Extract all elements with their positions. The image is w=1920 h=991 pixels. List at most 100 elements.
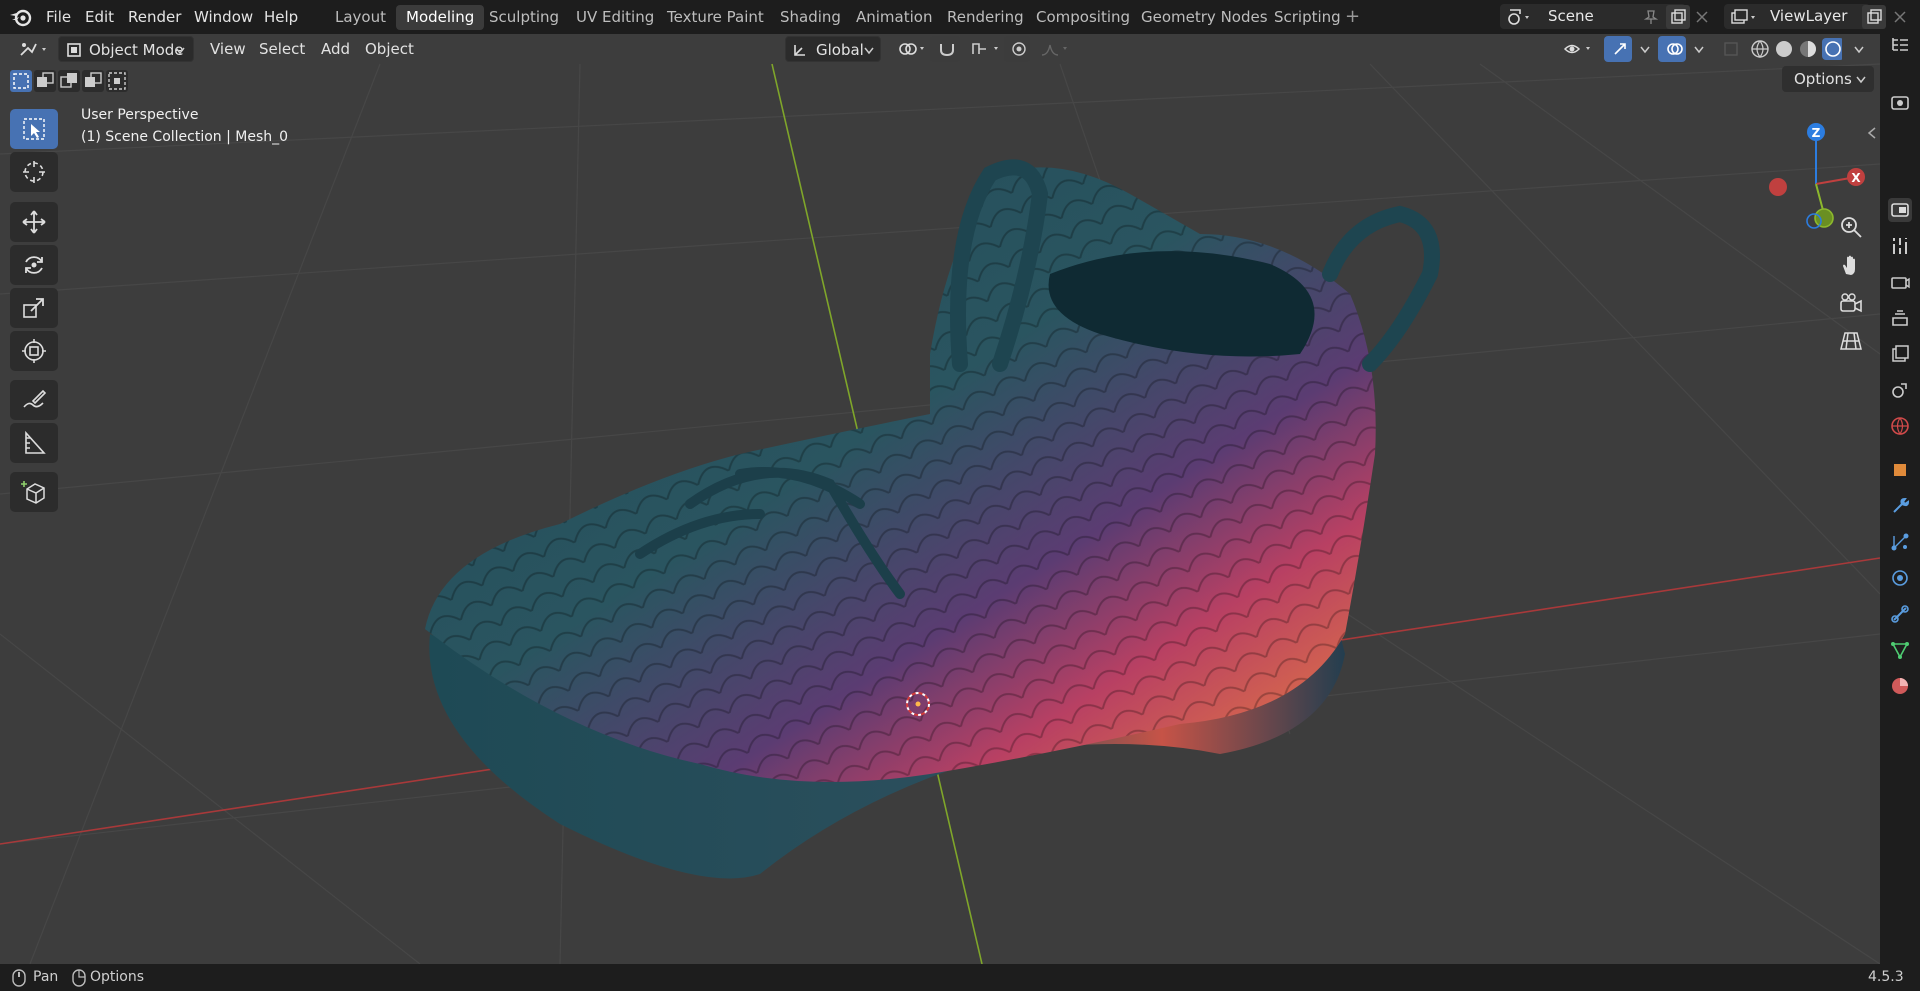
add-cube-tool-icon[interactable]: [10, 472, 58, 512]
view-layer-icon: [1731, 9, 1755, 24]
object-properties-icon[interactable]: [1888, 458, 1912, 482]
tool-properties-icon[interactable]: [1888, 234, 1912, 258]
tab-shading[interactable]: Shading: [770, 5, 851, 30]
chevron-down-icon: [1856, 76, 1866, 84]
overlays-toggle-icon[interactable]: [1658, 36, 1686, 62]
tab-texture-paint[interactable]: Texture Paint: [657, 5, 774, 30]
chevron-down-icon[interactable]: [1686, 36, 1706, 62]
physics-properties-icon[interactable]: [1888, 566, 1912, 590]
add-workspace-icon[interactable]: +: [1345, 6, 1360, 27]
move-tool-icon[interactable]: [10, 202, 58, 242]
3d-viewport[interactable]: Object Mode View Select Add Object Globa…: [0, 34, 1880, 964]
shading-modes-icon[interactable]: [1742, 36, 1844, 62]
modifier-properties-icon[interactable]: [1888, 494, 1912, 518]
properties-tab-strip: [1880, 34, 1920, 964]
rotate-tool-icon[interactable]: [10, 245, 58, 285]
tab-uv-editing[interactable]: UV Editing: [566, 5, 664, 30]
select-intersect-icon[interactable]: [106, 70, 128, 92]
delete-view-layer-icon[interactable]: [1890, 5, 1910, 29]
transform-orientation-dropdown[interactable]: Global: [785, 36, 881, 62]
object-mode-icon: [67, 43, 81, 57]
view-layer-selector[interactable]: ViewLayer: [1724, 4, 1870, 29]
camera-view-icon[interactable]: [1834, 286, 1868, 320]
xray-toggle-icon[interactable]: [1716, 36, 1738, 62]
constraints-properties-icon[interactable]: [1888, 602, 1912, 626]
scale-tool-icon[interactable]: [10, 288, 58, 328]
mode-dropdown[interactable]: Object Mode: [58, 36, 194, 62]
collection-info-label: (1) Scene Collection | Mesh_0: [81, 129, 289, 145]
chevron-down-icon: [864, 47, 874, 55]
menu-render[interactable]: Render: [121, 5, 188, 29]
new-scene-icon[interactable]: [1666, 5, 1690, 29]
scene-selector[interactable]: Scene: [1500, 4, 1686, 29]
status-options: Options: [90, 969, 145, 985]
tab-modeling[interactable]: Modeling: [396, 5, 485, 30]
top-bar: File Edit Render Window Help Layout Mode…: [0, 0, 1920, 34]
chevron-down-icon[interactable]: [1846, 36, 1866, 62]
menu-help[interactable]: Help: [257, 5, 305, 29]
data-properties-icon[interactable]: [1888, 638, 1912, 662]
zoom-icon[interactable]: [1834, 210, 1868, 244]
viewport-options-dropdown[interactable]: Options: [1782, 66, 1874, 92]
view-layer-properties-icon[interactable]: [1888, 342, 1912, 366]
menu-view[interactable]: View: [202, 36, 254, 62]
render-camera-icon[interactable]: [1888, 90, 1912, 114]
orientation-icon: [794, 45, 805, 56]
select-invert-icon[interactable]: [82, 70, 104, 92]
select-new-icon[interactable]: [10, 70, 32, 92]
menu-object[interactable]: Object: [357, 36, 422, 62]
visibility-icon[interactable]: [1555, 36, 1595, 62]
annotate-tool-icon[interactable]: [10, 380, 58, 420]
z-axis-label: Z: [1812, 126, 1821, 140]
shoe-mesh[interactable]: [425, 159, 1440, 879]
world-properties-icon[interactable]: [1888, 414, 1912, 438]
tab-animation[interactable]: Animation: [846, 5, 942, 30]
tab-sculpting[interactable]: Sculpting: [479, 5, 569, 30]
blender-logo-icon[interactable]: [8, 6, 36, 28]
material-properties-icon[interactable]: [1888, 674, 1912, 698]
status-pan: Pan: [33, 969, 59, 985]
outliner-icon[interactable]: [1888, 32, 1912, 56]
menu-add[interactable]: Add: [313, 36, 358, 62]
measure-tool-icon[interactable]: [10, 423, 58, 463]
select-extend-icon[interactable]: [34, 70, 56, 92]
menu-select[interactable]: Select: [251, 36, 313, 62]
tab-layout[interactable]: Layout: [325, 5, 396, 30]
transform-tool-icon[interactable]: [10, 331, 58, 371]
select-box-tool-icon[interactable]: [10, 109, 58, 149]
new-view-layer-icon[interactable]: [1862, 5, 1886, 29]
tool-settings-icon[interactable]: [1888, 198, 1912, 222]
status-bar: Pan Options 4.5.3: [0, 964, 1920, 991]
pivot-point-icon[interactable]: [890, 36, 930, 62]
editor-type-icon[interactable]: [10, 36, 50, 62]
menu-file[interactable]: File: [39, 5, 78, 29]
render-properties-icon[interactable]: [1888, 270, 1912, 294]
menu-edit[interactable]: Edit: [78, 5, 121, 29]
pan-hand-icon[interactable]: [1834, 248, 1868, 282]
neg-x-axis-icon[interactable]: [1769, 178, 1787, 196]
tab-scripting[interactable]: Scripting: [1264, 5, 1351, 30]
y-axis-icon[interactable]: [1814, 208, 1834, 228]
scene-icon: [1508, 9, 1529, 25]
falloff-icon[interactable]: [1032, 36, 1070, 62]
gizmo-toggle-icon[interactable]: [1604, 36, 1632, 62]
cursor-tool-icon[interactable]: [10, 152, 58, 192]
tab-rendering[interactable]: Rendering: [937, 5, 1034, 30]
select-subtract-icon[interactable]: [58, 70, 80, 92]
scene-properties-icon[interactable]: [1888, 378, 1912, 402]
mouse-middle-icon: [12, 969, 26, 987]
delete-scene-icon[interactable]: [1692, 5, 1712, 29]
chevron-down-icon[interactable]: [1632, 36, 1652, 62]
particles-properties-icon[interactable]: [1888, 530, 1912, 554]
pin-icon[interactable]: [1644, 9, 1658, 25]
tab-compositing[interactable]: Compositing: [1026, 5, 1140, 30]
snap-toggle-icon[interactable]: [930, 36, 960, 62]
output-properties-icon[interactable]: [1888, 306, 1912, 330]
proportional-editing-icon[interactable]: [1004, 36, 1030, 62]
menu-window[interactable]: Window: [187, 5, 260, 29]
snap-target-icon[interactable]: [962, 36, 1002, 62]
tab-geometry-nodes[interactable]: Geometry Nodes: [1131, 5, 1278, 30]
perspective-toggle-icon[interactable]: [1834, 324, 1868, 358]
chevron-down-icon: [175, 47, 185, 55]
sidebar-collapse-icon[interactable]: [1866, 126, 1878, 140]
